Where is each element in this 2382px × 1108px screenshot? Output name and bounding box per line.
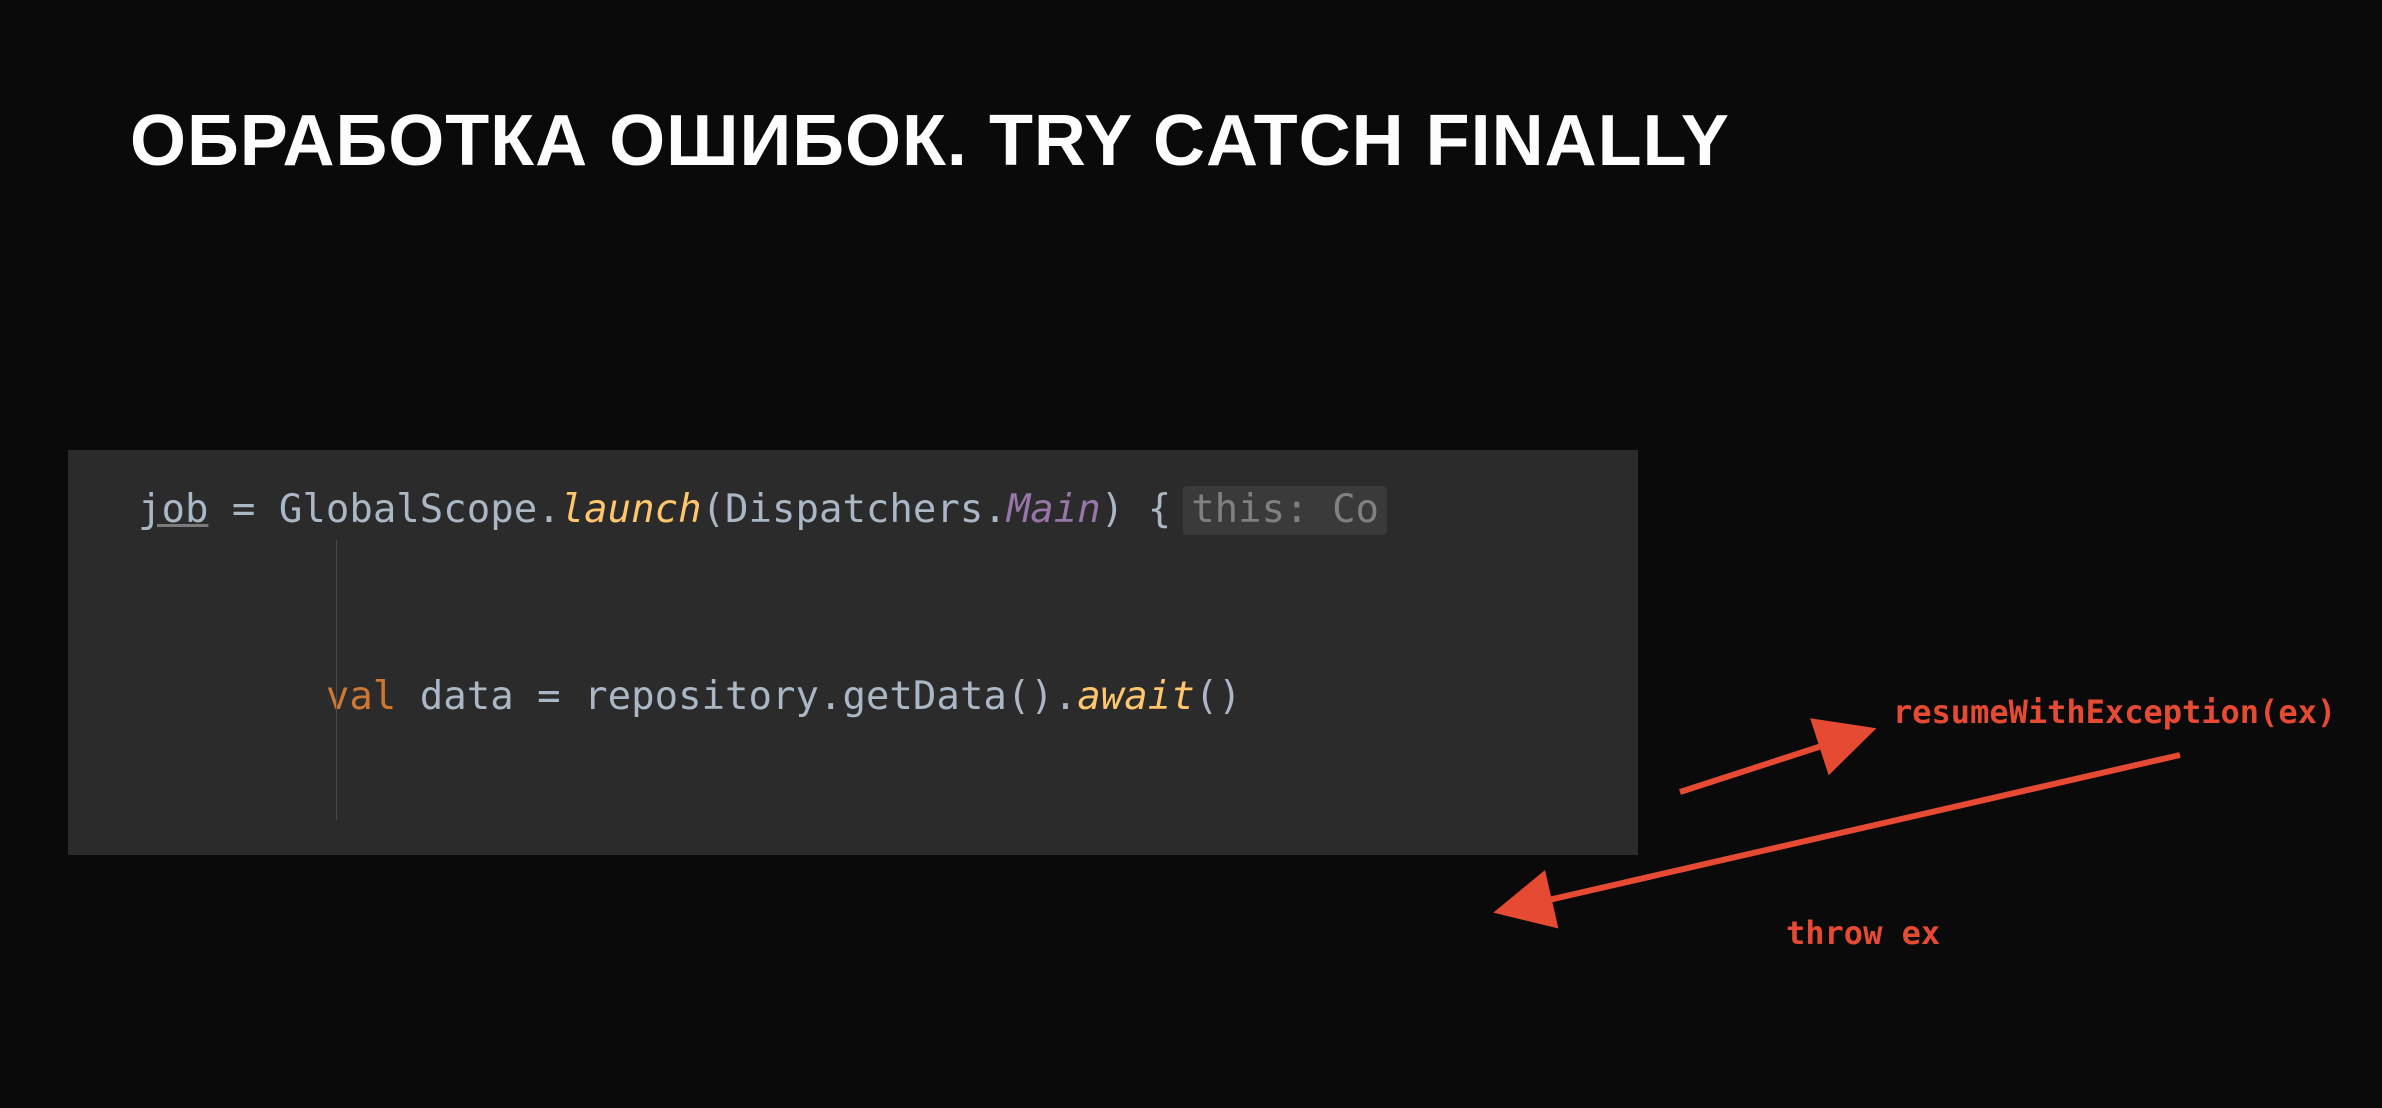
inlay-hint: this: Co: [1183, 486, 1387, 535]
code-block: job = GlobalScope.launch(Dispatchers.Mai…: [68, 450, 1638, 855]
code-line-blank: [68, 535, 1638, 675]
code-token-dot: .: [819, 674, 842, 719]
slide-title: ОБРАБОТКА ОШИБОК. TRY CATCH FINALLY: [130, 100, 1730, 182]
annotation-resume-with-exception: resumeWithException(ex): [1893, 693, 2336, 731]
code-token-eq: =: [514, 674, 584, 719]
code-token-job: job: [138, 487, 208, 532]
code-token-data: data: [420, 674, 514, 719]
arrow-up-right: [1660, 712, 1890, 812]
code-token-parens: (): [1195, 674, 1242, 719]
code-token-lparen: (: [702, 487, 725, 532]
code-sp: [396, 674, 419, 719]
code-token-dot: .: [983, 487, 1006, 532]
code-token-launch: launch: [561, 487, 702, 532]
code-token-globalscope: GlobalScope: [279, 487, 537, 532]
code-token-rparen-brace: ) {: [1101, 487, 1171, 532]
code-token-dot: .: [537, 487, 560, 532]
code-token-dot: .: [1054, 674, 1077, 719]
code-token-await: await: [1077, 674, 1194, 719]
code-indent: [138, 674, 326, 719]
code-token-getdata: getData: [842, 674, 1006, 719]
code-token-parens: (): [1007, 674, 1054, 719]
code-line-1: job = GlobalScope.launch(Dispatchers.Mai…: [68, 486, 1638, 535]
indent-guide: [336, 540, 337, 820]
code-line-2: val data = repository.getData().await(): [68, 675, 1638, 720]
code-token-repository: repository: [584, 674, 819, 719]
code-token-main: Main: [1007, 487, 1101, 532]
code-token-eq: =: [208, 487, 278, 532]
code-token-dispatchers: Dispatchers: [725, 487, 983, 532]
annotation-throw-ex: throw ex: [1786, 914, 1940, 952]
